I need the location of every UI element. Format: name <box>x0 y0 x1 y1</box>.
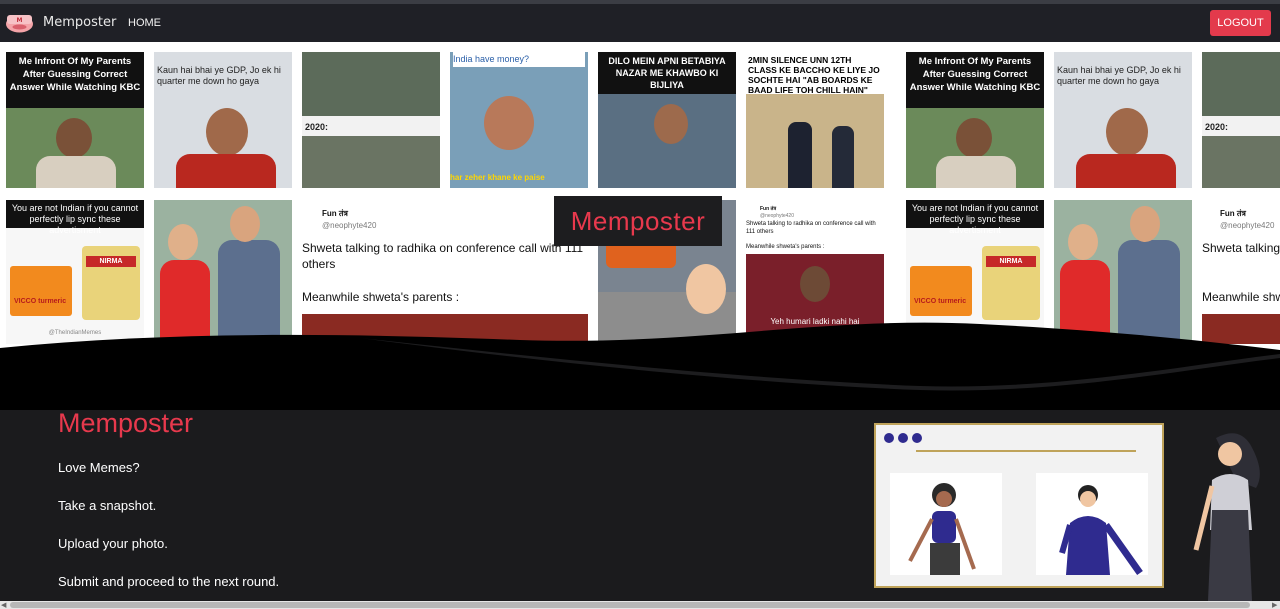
meme-face <box>956 118 992 158</box>
participant-panel-man <box>1036 473 1148 576</box>
meme-figure <box>1076 154 1176 188</box>
meme-tile: 2020: <box>302 52 440 188</box>
meme-caption: Fun तंत्र <box>1220 209 1246 218</box>
hero-line-love-memes: Love Memes? <box>58 460 140 475</box>
meme-caption: 2020: <box>1205 122 1229 132</box>
meme-face <box>686 264 726 314</box>
meme-tile: 2MIN SILENCE UNN 12TH CLASS KE BACCHO KE… <box>746 52 884 188</box>
meme-face <box>800 266 830 302</box>
meme-collage: Me Infront Of My Parents After Guessing … <box>0 42 1280 352</box>
meme-tile: DILO MEIN APNI BETABIYA NAZAR ME KHAWBO … <box>598 52 736 188</box>
vicco-pack <box>10 266 72 316</box>
meme-caption: NIRMA <box>986 256 1036 267</box>
meme-face <box>168 224 198 260</box>
meme-caption: @neophyte420 <box>322 221 377 230</box>
collage-title-badge: Memposter <box>554 196 722 246</box>
meme-caption: Shweta talking to radhika on conference … <box>302 241 584 271</box>
meme-face <box>1068 224 1098 260</box>
nav-home-link[interactable]: HOME <box>128 17 161 29</box>
meme-figure <box>832 126 854 188</box>
meme-face <box>1130 206 1160 242</box>
meme-tile: Kaun hai bhai ye GDP, Jo ek hi quarter m… <box>154 52 292 188</box>
brand-name[interactable]: Memposter <box>43 15 116 30</box>
meme-caption: Shweta talking to radhika on conference … <box>746 221 876 235</box>
meme-caption: NIRMA <box>86 256 136 267</box>
participant-panel-woman <box>890 473 1002 575</box>
meme-face <box>206 108 248 156</box>
meme-face <box>484 96 534 150</box>
meme-tile: Me Infront Of My Parents After Guessing … <box>906 52 1044 188</box>
meme-figure <box>36 156 116 188</box>
meme-caption: Meanwhile shwe <box>1202 290 1280 304</box>
meme-caption: @neophyte420 <box>1220 221 1275 230</box>
meme-figure <box>788 122 812 188</box>
window-dot-icon <box>884 433 894 443</box>
meme-face <box>56 118 92 158</box>
hero-line-snapshot: Take a snapshot. <box>58 498 157 513</box>
wave-divider <box>0 322 1280 410</box>
meme-caption: Fun तंत्र <box>322 209 348 218</box>
hero-line-upload: Upload your photo. <box>58 536 168 551</box>
meme-caption: VICCO turmeric <box>14 298 67 305</box>
meme-caption: 2MIN SILENCE UNN 12TH CLASS KE BACCHO KE… <box>746 52 884 95</box>
horizontal-scrollbar[interactable]: ◀ ▶ <box>0 601 1280 609</box>
meme-caption: Me Infront Of My Parents After Guessing … <box>6 52 144 108</box>
knight-image-top <box>1202 52 1280 116</box>
board-divider <box>916 450 1136 452</box>
brand-logo-icon[interactable]: M <box>5 11 34 33</box>
meme-caption: You are not Indian if you cannot perfect… <box>6 200 144 235</box>
meme-face <box>1106 108 1148 156</box>
meme-tile: Me Infront Of My Parents After Guessing … <box>6 52 144 188</box>
meme-caption: DILO MEIN APNI BETABIYA NAZAR ME KHAWBO … <box>598 52 736 94</box>
scrollbar-thumb[interactable] <box>10 602 1250 608</box>
knight-image-top <box>302 52 440 116</box>
meme-tile: Kaun hai bhai ye GDP, Jo ek hi quarter m… <box>1054 52 1192 188</box>
scroll-left-icon[interactable]: ◀ <box>1 601 6 609</box>
meme-tile: 2020: <box>1202 52 1280 188</box>
vicco-pack <box>910 266 972 316</box>
man-figure-icon <box>1059 485 1143 576</box>
meme-caption: Kaun hai bhai ye GDP, Jo ek hi quarter m… <box>157 65 281 86</box>
knight-image-bottom <box>302 136 440 188</box>
meme-face <box>230 206 260 242</box>
scroll-right-icon[interactable]: ▶ <box>1272 601 1277 609</box>
meme-caption: Kaun hai bhai ye GDP, Jo ek hi quarter m… <box>1057 65 1181 86</box>
meme-caption: 2020: <box>305 122 329 132</box>
meme-caption: Me Infront Of My Parents After Guessing … <box>906 52 1044 108</box>
standing-woman-illustration <box>1193 433 1260 601</box>
meme-tile: India have money? har zeher khane ke pai… <box>450 52 588 188</box>
woman-figure-icon <box>908 483 976 575</box>
meme-caption: Shweta talking to radhika on conference … <box>1202 241 1280 255</box>
meme-caption: VICCO turmeric <box>914 298 967 305</box>
logout-button[interactable]: LOGOUT <box>1210 10 1271 36</box>
meme-caption: har zeher khane ke paise <box>450 173 545 182</box>
meme-figure <box>936 156 1016 188</box>
hero-line-submit: Submit and proceed to the next round. <box>58 574 280 589</box>
meme-caption: Meanwhile shweta's parents : <box>302 290 460 304</box>
meme-caption: You are not Indian if you cannot perfect… <box>906 200 1044 235</box>
window-dot-icon <box>912 433 922 443</box>
window-dot-icon <box>898 433 908 443</box>
knight-image-bottom <box>1202 136 1280 188</box>
svg-text:M: M <box>17 17 23 24</box>
video-call-illustration <box>874 423 1164 588</box>
hero-title: Memposter <box>58 408 194 438</box>
meme-caption: Meanwhile shweta's parents : <box>746 244 825 250</box>
meme-caption: India have money? <box>453 52 585 67</box>
meme-face <box>654 104 688 144</box>
meme-figure <box>176 154 276 188</box>
navbar: M Memposter HOME LOGOUT <box>0 4 1280 42</box>
